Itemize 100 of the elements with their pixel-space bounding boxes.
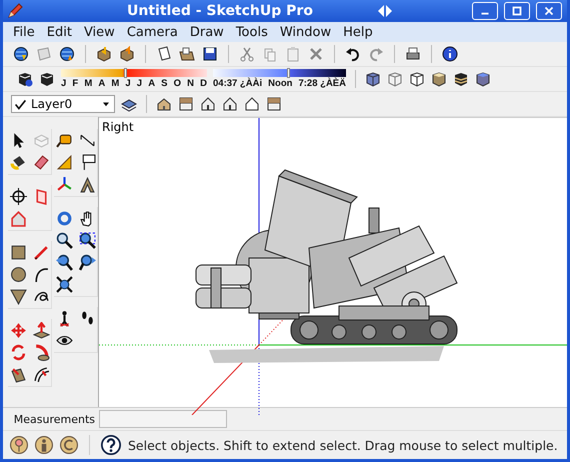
month-label: O bbox=[174, 78, 182, 89]
push-pull-icon[interactable] bbox=[33, 322, 50, 339]
letter-a-icon[interactable] bbox=[79, 176, 96, 193]
minimize-button[interactable] bbox=[472, 2, 498, 20]
month-label: A bbox=[98, 78, 106, 89]
month-label: J bbox=[125, 78, 131, 89]
menu-item[interactable]: Tools bbox=[230, 24, 274, 40]
box-up-icon[interactable] bbox=[119, 46, 135, 62]
tinted-cube-icon[interactable] bbox=[475, 71, 491, 87]
month-label: J bbox=[61, 78, 66, 89]
outline-cube-icon[interactable] bbox=[409, 71, 425, 87]
paint-bucket-icon[interactable] bbox=[10, 154, 27, 171]
house-section-icon[interactable] bbox=[10, 210, 27, 227]
month-label: M bbox=[84, 78, 92, 89]
month-label: A bbox=[148, 78, 156, 89]
close-icon[interactable] bbox=[542, 4, 556, 18]
undo-icon[interactable] bbox=[345, 46, 361, 62]
printer-icon[interactable] bbox=[405, 46, 421, 62]
orbit-icon[interactable] bbox=[56, 210, 73, 227]
maximize-icon[interactable] bbox=[510, 4, 524, 18]
time-slider[interactable] bbox=[213, 69, 346, 77]
magnifier-window-icon[interactable] bbox=[79, 232, 96, 249]
magnifier-right-icon[interactable] bbox=[79, 254, 96, 271]
house-front-icon[interactable] bbox=[222, 96, 238, 112]
cube-info-icon[interactable] bbox=[17, 71, 33, 87]
date-slider[interactable] bbox=[61, 69, 207, 77]
cube-icon[interactable] bbox=[39, 71, 55, 87]
time-label: 7:28 ¿ÀÈÄ bbox=[298, 78, 346, 89]
protractor-icon[interactable] bbox=[56, 154, 73, 171]
globe-up-icon[interactable] bbox=[59, 46, 75, 62]
axes-icon[interactable] bbox=[56, 176, 73, 193]
window-title: Untitled - SketchUp Pro bbox=[126, 3, 314, 19]
clipboard-icon[interactable] bbox=[285, 46, 301, 62]
new-page-icon[interactable] bbox=[156, 46, 172, 62]
target-crosshair-icon[interactable] bbox=[10, 188, 27, 205]
wireframe-cube-icon[interactable] bbox=[387, 71, 403, 87]
info-icon[interactable] bbox=[442, 46, 458, 62]
menu-item[interactable]: Draw bbox=[184, 24, 230, 40]
month-label: J bbox=[136, 78, 142, 89]
time-label: 04:37 ¿ÀÀi bbox=[213, 78, 262, 89]
map-pin-icon[interactable] bbox=[10, 436, 28, 454]
menu-item[interactable]: Camera bbox=[120, 24, 184, 40]
circle-icon[interactable] bbox=[10, 266, 27, 283]
shaded-cube-icon[interactable] bbox=[431, 71, 447, 87]
month-label: S bbox=[161, 78, 168, 89]
translucent-cube-icon[interactable] bbox=[365, 71, 381, 87]
magnifier-icon[interactable] bbox=[56, 232, 73, 249]
globe-down-icon[interactable] bbox=[13, 46, 29, 62]
tank-drawing[interactable] bbox=[196, 169, 458, 363]
layer-name: Layer0 bbox=[31, 97, 74, 111]
menu-item[interactable]: Window bbox=[274, 24, 338, 40]
eraser-icon[interactable] bbox=[33, 154, 50, 171]
offset-icon[interactable] bbox=[33, 366, 50, 383]
month-label: N bbox=[187, 78, 194, 89]
square-split-icon[interactable] bbox=[178, 96, 194, 112]
maximize-button[interactable] bbox=[504, 2, 530, 20]
measurements-field[interactable] bbox=[99, 410, 227, 428]
menu-item[interactable]: Help bbox=[337, 24, 379, 40]
rectangle-icon[interactable] bbox=[10, 244, 27, 261]
arc-icon[interactable] bbox=[33, 266, 50, 283]
house-front-icon[interactable] bbox=[200, 96, 216, 112]
house-outline-icon[interactable] bbox=[244, 96, 260, 112]
menu-item[interactable]: View bbox=[78, 24, 121, 40]
striped-cube-icon[interactable] bbox=[453, 71, 469, 87]
checkmark-icon[interactable] bbox=[14, 98, 27, 110]
footprints-icon[interactable] bbox=[79, 310, 96, 327]
magnifier-left-icon[interactable] bbox=[56, 254, 73, 271]
slider-thumb[interactable] bbox=[124, 68, 127, 78]
square-split-icon[interactable] bbox=[266, 96, 282, 112]
month-label: M bbox=[111, 78, 120, 89]
follow-me-icon[interactable] bbox=[33, 344, 50, 361]
dimension-icon[interactable] bbox=[79, 132, 96, 149]
house-icon[interactable] bbox=[156, 96, 172, 112]
person-icon[interactable] bbox=[35, 436, 53, 454]
help-icon[interactable] bbox=[101, 435, 121, 455]
open-folder-icon[interactable] bbox=[179, 46, 195, 62]
scissors-icon[interactable] bbox=[239, 46, 255, 62]
time-label: Noon bbox=[268, 78, 292, 89]
move-arrows-icon[interactable] bbox=[10, 322, 27, 339]
view-label: Right bbox=[102, 120, 134, 134]
menu-item[interactable]: File bbox=[7, 24, 41, 40]
magnifier-extents-icon[interactable] bbox=[56, 276, 73, 293]
rotate-arrows-icon[interactable] bbox=[10, 344, 27, 361]
menu-item[interactable]: Edit bbox=[40, 24, 78, 40]
delete-icon[interactable] bbox=[308, 46, 324, 62]
month-label: F bbox=[72, 78, 78, 89]
letter-c-icon[interactable] bbox=[60, 436, 78, 454]
layer-dropdown[interactable]: Layer0 bbox=[11, 95, 115, 113]
pencil-icon bbox=[7, 3, 23, 19]
status-text: Select objects. Shift to extend select. Drag mouse to select multiple. bbox=[128, 438, 558, 452]
close-button[interactable] bbox=[536, 2, 562, 20]
scale-icon[interactable] bbox=[10, 366, 27, 383]
box-down-icon[interactable] bbox=[96, 46, 112, 62]
triangle-icon[interactable] bbox=[10, 288, 27, 305]
month-label: D bbox=[200, 78, 207, 89]
tape-measure-icon[interactable] bbox=[56, 132, 73, 149]
pencil-line-icon[interactable] bbox=[33, 244, 50, 261]
measurements-label: Measurements bbox=[12, 412, 96, 426]
slider-thumb[interactable] bbox=[287, 68, 290, 78]
arrows-icon[interactable] bbox=[377, 3, 393, 19]
